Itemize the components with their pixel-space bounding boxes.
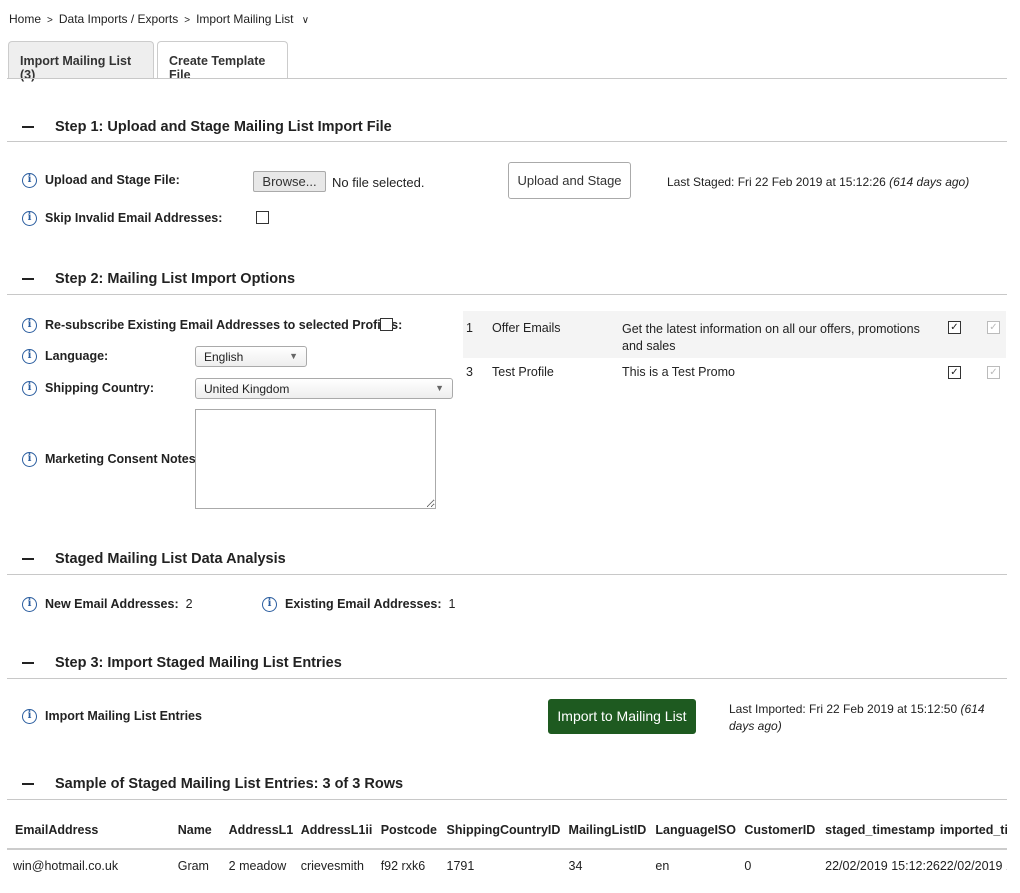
existing-emails-value: 1 [448,597,456,611]
info-icon[interactable]: i [22,709,37,725]
column-header[interactable]: Name [178,812,229,849]
table-cell: 22/02/2019 15:12:50 [939,858,1007,873]
sample-table: EmailAddress Name AddressL1 AddressL1ii Post… [7,812,1007,881]
chevron-down-icon[interactable]: ∨ [302,15,309,26]
table-cell: win@hotmail.co.uk [13,858,119,873]
profile-description: This is a Test Promo [622,365,736,379]
table-cell: crievesmith [300,858,364,873]
marketing-notes-label: Marketing Consent Notes: [45,452,200,466]
language-label: Language: [45,349,109,363]
column-header[interactable]: EmailAddress [7,812,178,849]
info-icon[interactable]: i [22,173,37,189]
upload-and-stage-button[interactable]: Upload and Stage [508,162,631,199]
column-header[interactable]: imported_timestamp [940,812,1007,849]
profile-checkbox-disabled: ✓ [987,321,1000,334]
table-cell: 22/02/2019 15:12:26 [825,858,940,873]
analysis-title: Staged Mailing List Data Analysis [55,551,286,567]
info-icon[interactable]: i [262,597,277,613]
table-cell: Gram [177,858,209,873]
info-icon[interactable]: i [22,211,37,227]
profile-description: Get the latest information on all our of… [622,322,920,353]
profile-checkbox[interactable]: ✓ [948,321,961,334]
file-status: No file selected. [332,175,425,190]
table-cell: en [655,858,670,873]
last-staged: Last Staged: Fri 22 Feb 2019 at 15:12:26… [667,175,970,189]
new-emails-value: 2 [185,597,193,611]
collapse-icon[interactable] [22,126,34,129]
profile-name: Offer Emails [492,321,561,335]
import-to-mailing-list-button[interactable]: Import to Mailing List [548,699,696,734]
new-emails-label: New Email Addresses: [45,597,179,611]
skip-invalid-checkbox[interactable] [256,211,269,224]
collapse-icon[interactable] [22,278,34,281]
sample-header[interactable]: Sample of Staged Mailing List Entries: 3… [22,776,403,792]
collapse-icon[interactable] [22,558,34,561]
resubscribe-checkbox[interactable] [380,318,393,331]
breadcrumb-home[interactable]: Home [9,12,41,26]
table-header-row: EmailAddress Name AddressL1 AddressL1ii Post… [7,812,1007,849]
profile-row: 1 Offer Emails Get the latest informatio… [463,311,1006,358]
step3-header[interactable]: Step 3: Import Staged Mailing List Entri… [22,655,342,671]
resubscribe-label: Re-subscribe Existing Email Addresses to… [45,318,403,332]
existing-emails-label: Existing Email Addresses: [285,597,442,611]
table-cell: 0 [744,858,752,873]
divider [7,78,1007,79]
profile-row: 3 Test Profile This is a Test Promo ✓ ✓ [463,358,1006,388]
analysis-header[interactable]: Staged Mailing List Data Analysis [22,551,286,567]
profile-checkbox-disabled: ✓ [987,366,1000,379]
table-cell: 34 [568,858,583,873]
language-select[interactable]: English ▼ [195,346,307,367]
import-entries-label: Import Mailing List Entries [45,709,202,723]
tab-create-template-file[interactable]: Create Template File [157,41,288,82]
table-cell: 2 meadow [228,858,287,873]
profile-checkbox[interactable]: ✓ [948,366,961,379]
column-header[interactable]: ShippingCountryID [447,812,569,849]
step1-title: Step 1: Upload and Stage Mailing List Im… [55,119,392,135]
table-row: win@hotmail.co.uk Gram 2 meadow crievesmith… [7,849,1007,881]
table-cell: f92 rxk6 [380,858,426,873]
dropdown-caret-icon: ▼ [289,351,298,361]
shipping-country-select[interactable]: United Kingdom ▼ [195,378,453,399]
column-header[interactable]: LanguageISO [655,812,744,849]
column-header[interactable]: AddressL1ii [301,812,381,849]
column-header[interactable]: staged_timestamp [825,812,940,849]
table-cell: 1791 [446,858,475,873]
breadcrumb: Home > Data Imports / Exports > Import Maili… [9,12,310,26]
info-icon[interactable]: i [22,597,37,613]
dropdown-caret-icon: ▼ [435,383,444,393]
upload-label: Upload and Stage File: [45,173,180,187]
browse-button[interactable]: Browse... [253,171,326,192]
collapse-icon[interactable] [22,662,34,665]
step3-title: Step 3: Import Staged Mailing List Entri… [55,655,342,671]
breadcrumb-current[interactable]: Import Mailing List [196,12,293,26]
skip-invalid-label: Skip Invalid Email Addresses: [45,211,223,225]
info-icon[interactable]: i [22,349,37,365]
step2-title: Step 2: Mailing List Import Options [55,271,296,287]
profile-name: Test Profile [492,365,554,379]
info-icon[interactable]: i [22,452,37,468]
marketing-notes-textarea[interactable] [195,409,436,509]
breadcrumb-data-imports[interactable]: Data Imports / Exports [59,12,178,26]
column-header[interactable]: Postcode [381,812,447,849]
last-imported: Last Imported: Fri 22 Feb 2019 at 15:12:… [729,702,985,733]
column-header[interactable]: MailingListID [569,812,656,849]
step2-header[interactable]: Step 2: Mailing List Import Options [22,271,295,287]
column-header[interactable]: AddressL1 [229,812,301,849]
collapse-icon[interactable] [22,783,34,786]
tab-import-mailing-list[interactable]: Import Mailing List (3) [8,41,154,82]
info-icon[interactable]: i [22,381,37,397]
sample-title: Sample of Staged Mailing List Entries: 3… [55,776,404,792]
sample-table-container[interactable]: EmailAddress Name AddressL1 AddressL1ii Post… [7,812,1007,893]
shipping-country-label: Shipping Country: [45,381,155,395]
info-icon[interactable]: i [22,318,37,334]
step1-header[interactable]: Step 1: Upload and Stage Mailing List Im… [22,119,392,135]
column-header[interactable]: CustomerID [744,812,825,849]
